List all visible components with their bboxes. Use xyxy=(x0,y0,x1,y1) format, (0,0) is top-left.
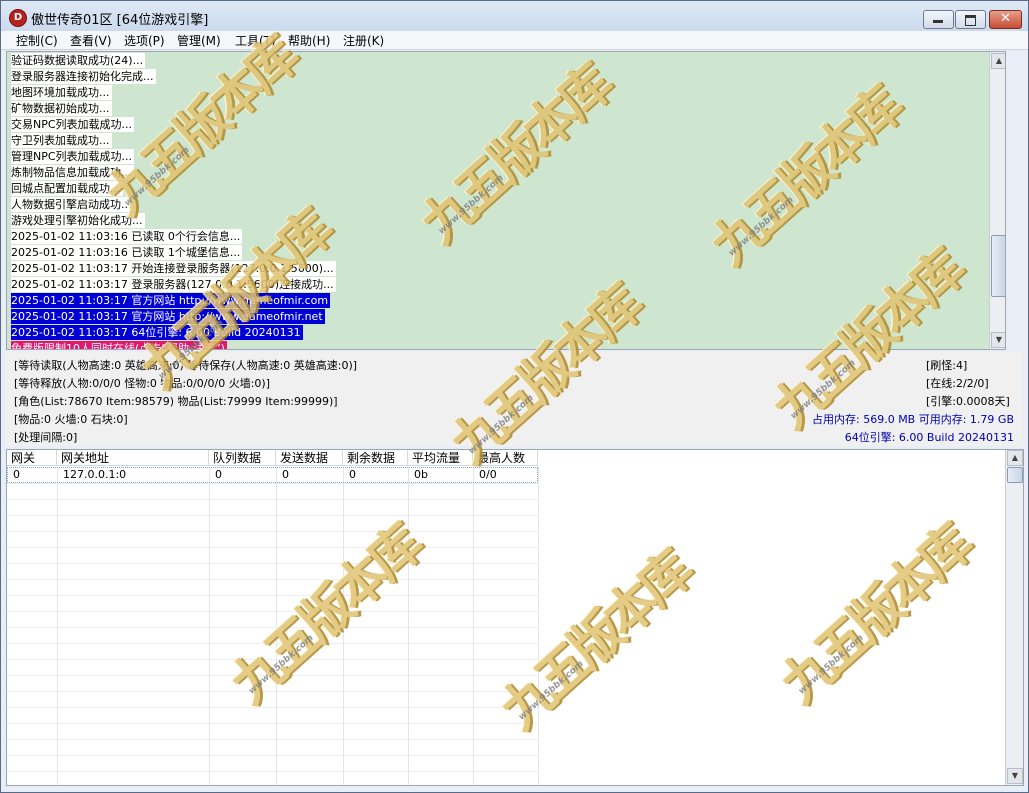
cell-max-users: 0/0 xyxy=(479,468,497,481)
status-wait-release: [等待释放(人物:0/0/0 怪物:0 物品:0/0/0/0 火墙:0)] xyxy=(14,377,270,390)
grid-line xyxy=(7,691,538,692)
scroll-thumb[interactable] xyxy=(991,235,1005,297)
menu-control[interactable]: 控制(C) xyxy=(16,32,58,49)
log-line: 管理NPC列表加载成功... xyxy=(11,149,135,164)
cell-send-data: 0 xyxy=(282,468,289,481)
log-line: 2025-01-02 11:03:16 已读取 1个城堡信息... xyxy=(11,245,243,260)
main-window: D 傲世传奇01区 [64位游戏引擎] ✕ 控制(C) 查看(V) 选项(P) … xyxy=(0,0,1029,793)
grid-line xyxy=(7,643,538,644)
menu-manage[interactable]: 管理(M) xyxy=(177,32,221,49)
grid-line xyxy=(7,483,538,484)
status-online: [在线:2/2/0] xyxy=(926,377,989,390)
gateway-table: 网关 网关地址 队列数据 发送数据 剩余数据 平均流量 最高人数 0 127.0… xyxy=(6,449,1024,786)
grid-line xyxy=(7,739,538,740)
menu-register[interactable]: 注册(K) xyxy=(343,32,384,49)
status-items: [物品:0 火墙:0 石块:0] xyxy=(14,413,128,426)
grid-line xyxy=(7,531,538,532)
grid-line xyxy=(7,499,538,500)
col-header-avg-traffic[interactable]: 平均流量 xyxy=(408,450,473,466)
log-line: 验证码数据读取成功(24)... xyxy=(11,53,146,68)
minimize-button[interactable] xyxy=(923,10,954,29)
status-memory: 占用内存: 569.0 MB 可用内存: 1.79 GB xyxy=(812,413,1014,426)
log-line: 回城点配置加载成功... xyxy=(11,181,123,196)
cell-remaining-data: 0 xyxy=(349,468,356,481)
col-header-queue-data[interactable]: 队列数据 xyxy=(209,450,276,466)
status-build: 64位引擎: 6.00 Build 20240131 xyxy=(844,431,1014,444)
col-header-max-users[interactable]: 最高人数 xyxy=(473,450,538,466)
close-button[interactable]: ✕ xyxy=(989,10,1022,29)
log-line: 2025-01-02 11:03:16 已读取 0个行会信息... xyxy=(11,229,243,244)
log-scrollbar[interactable]: ▲ ▼ xyxy=(989,52,1005,349)
status-interval: [处理间隔:0] xyxy=(14,431,78,444)
log-line: 2025-01-02 11:03:17 开始连接登录服务器(127.0.0.1:… xyxy=(11,261,336,276)
log-line: 2025-01-02 11:03:17 64位引擎: 6.00 Build 20… xyxy=(11,325,303,340)
app-logo-icon: D xyxy=(9,9,27,27)
status-role: [角色(List:78670 Item:98579) 物品(List:79999… xyxy=(14,395,338,408)
menu-bar: 控制(C) 查看(V) 选项(P) 管理(M) 工具(T) 帮助(H) 注册(K… xyxy=(1,31,1028,50)
log-line: 炼制物品信息加载成功... xyxy=(11,165,134,180)
cell-gate-address: 127.0.0.1:0 xyxy=(63,468,127,481)
cell-avg-traffic: 0b xyxy=(414,468,428,481)
log-line: 守卫列表加载成功... xyxy=(11,133,112,148)
log-line: 2025-01-02 11:03:17 登录服务器(127.0.0.1:5600… xyxy=(11,277,336,292)
log-line: 2025-01-02 11:03:17 官方网站 http://www.game… xyxy=(11,293,331,308)
scroll-down-arrow-icon[interactable]: ▼ xyxy=(991,332,1005,348)
log-line: 登录服务器连接初始化完成... xyxy=(11,69,156,84)
window-title: 傲世传奇01区 [64位游戏引擎] xyxy=(31,13,209,28)
log-line: 矿物数据初始成功... xyxy=(11,101,112,116)
scroll-up-arrow-icon[interactable]: ▲ xyxy=(1007,450,1023,466)
menu-help[interactable]: 帮助(H) xyxy=(288,32,330,49)
grid-line xyxy=(7,515,538,516)
col-header-gate-address[interactable]: 网关地址 xyxy=(57,450,209,466)
status-engine-time: [引擎:0.0008天] xyxy=(926,395,1010,408)
grid-line xyxy=(7,579,538,580)
grid-line xyxy=(7,563,538,564)
grid-line xyxy=(7,595,538,596)
maximize-button[interactable] xyxy=(955,10,986,29)
cell-queue-data: 0 xyxy=(215,468,222,481)
grid-line xyxy=(7,627,538,628)
restore-icon xyxy=(965,15,976,26)
log-line: 2025-01-02 11:03:17 官方网站 http://www.game… xyxy=(11,309,325,324)
grid-line xyxy=(7,755,538,756)
title-bar[interactable]: D 傲世传奇01区 [64位游戏引擎] ✕ xyxy=(1,1,1028,31)
col-header-remaining-data[interactable]: 剩余数据 xyxy=(343,450,408,466)
log-line: 游戏处理引擎初始化成功... xyxy=(11,213,145,228)
scroll-thumb[interactable] xyxy=(1007,467,1023,483)
grid-line xyxy=(538,467,539,785)
grid-line xyxy=(7,707,538,708)
grid-line xyxy=(7,771,538,772)
log-panel[interactable]: 验证码数据读取成功(24)... 登录服务器连接初始化完成... 地图环境加载成功.… xyxy=(6,51,1006,350)
cell-gate: 0 xyxy=(13,468,20,481)
grid-line xyxy=(7,659,538,660)
grid-line xyxy=(7,675,538,676)
log-line: 地图环境加载成功... xyxy=(11,85,112,100)
scroll-down-arrow-icon[interactable]: ▼ xyxy=(1007,768,1023,784)
grid-line xyxy=(7,723,538,724)
menu-tools[interactable]: 工具(T) xyxy=(235,32,276,49)
status-wait-read: [等待读取(人物高速:0 英雄高速:0) 等待保存(人物高速:0 英雄高速:0)… xyxy=(14,359,358,372)
grid-line xyxy=(7,611,538,612)
col-header-send-data[interactable]: 发送数据 xyxy=(276,450,343,466)
minimize-icon xyxy=(933,20,943,23)
table-scrollbar[interactable]: ▲ ▼ xyxy=(1005,450,1023,785)
status-refresh: [刷怪:4] xyxy=(926,359,968,372)
log-line: 交易NPC列表加载成功... xyxy=(11,117,135,132)
close-icon: ✕ xyxy=(1000,11,1011,26)
log-line: 免费版限制10人同时在线(点击“帮助-注册”) xyxy=(11,341,227,349)
log-line: 人物数据引擎启动成功... xyxy=(11,197,134,212)
col-header-gate[interactable]: 网关 xyxy=(7,450,57,466)
menu-view[interactable]: 查看(V) xyxy=(70,32,112,49)
scroll-up-arrow-icon[interactable]: ▲ xyxy=(991,53,1005,69)
menu-options[interactable]: 选项(P) xyxy=(124,32,165,49)
grid-line xyxy=(7,547,538,548)
status-panel: [等待读取(人物高速:0 英雄高速:0) 等待保存(人物高速:0 英雄高速:0)… xyxy=(6,352,1022,446)
